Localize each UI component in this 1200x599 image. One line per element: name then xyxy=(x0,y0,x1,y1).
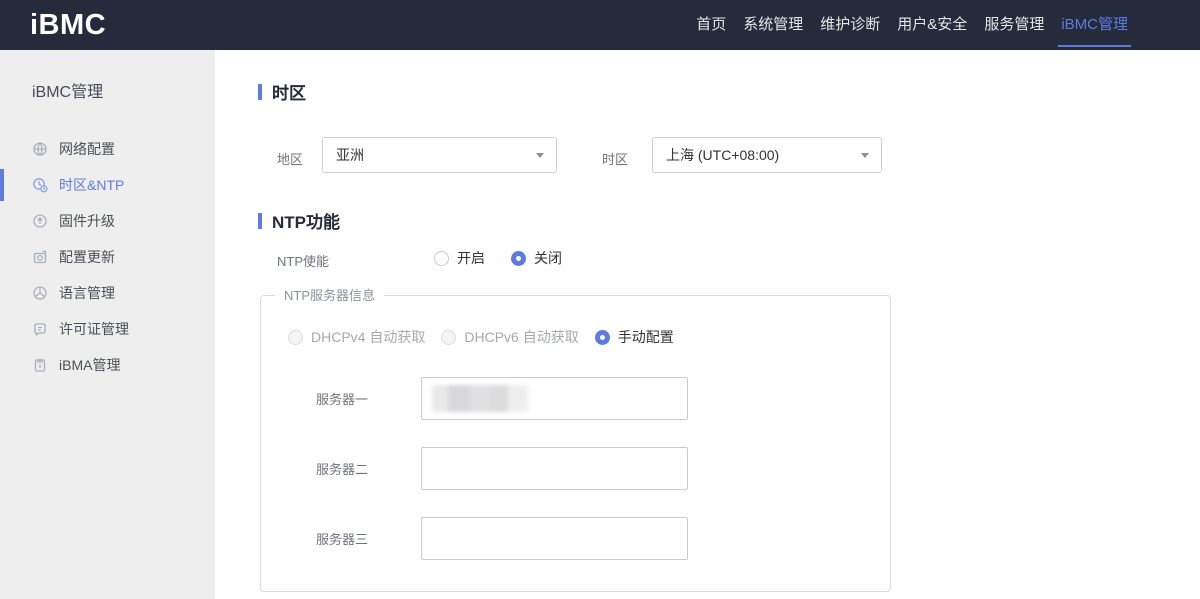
sidebar-item-language-management[interactable]: 语言管理 xyxy=(0,275,215,311)
server-two-row: 服务器二 xyxy=(316,447,688,490)
timezone-icon xyxy=(32,177,48,193)
radio-label: DHCPv4 自动获取 xyxy=(311,327,425,347)
server-three-input[interactable] xyxy=(421,517,688,560)
app-logo: iBMC xyxy=(30,9,106,42)
ntp-server-mode-radio-group: DHCPv4 自动获取 DHCPv6 自动获取 手动配置 xyxy=(288,327,674,347)
region-select[interactable]: 亚洲 xyxy=(322,137,557,173)
ntp-server-info-group: NTP服务器信息 DHCPv4 自动获取 DHCPv6 自动获取 手动配置 服务… xyxy=(260,295,891,592)
radio-label: DHCPv6 自动获取 xyxy=(464,327,578,347)
region-select-value: 亚洲 xyxy=(336,145,364,165)
region-label: 地区 xyxy=(277,149,303,168)
timezone-section-title: 时区 xyxy=(258,79,306,104)
section-accent-bar xyxy=(258,213,262,229)
sidebar-item-label: 时区&NTP xyxy=(59,175,124,195)
nav-item-system-management[interactable]: 系统管理 xyxy=(743,0,803,50)
ibma-icon xyxy=(32,357,48,373)
top-nav-menu: 首页 系统管理 维护诊断 用户&安全 服务管理 iBMC管理 xyxy=(696,0,1128,50)
timezone-select[interactable]: 上海 (UTC+08:00) xyxy=(652,137,882,173)
server-three-row: 服务器三 xyxy=(316,517,688,560)
server-one-label: 服务器一 xyxy=(316,389,421,408)
section-accent-bar xyxy=(258,84,262,100)
radio-dhcpv6-auto[interactable]: DHCPv6 自动获取 xyxy=(441,327,578,347)
main-content: 时区 地区 亚洲 时区 上海 (UTC+08:00) NTP功能 NTP使能 开… xyxy=(215,50,1200,599)
sidebar-item-config-update[interactable]: 配置更新 xyxy=(0,239,215,275)
sidebar-item-network-config[interactable]: 网络配置 xyxy=(0,131,215,167)
server-three-label: 服务器三 xyxy=(316,529,421,548)
chevron-down-icon xyxy=(536,153,544,158)
sidebar-item-label: 配置更新 xyxy=(59,247,115,267)
timezone-label: 时区 xyxy=(602,149,628,168)
server-one-redacted-value xyxy=(432,385,528,412)
radio-icon xyxy=(441,330,456,345)
sidebar-item-label: 网络配置 xyxy=(59,139,115,159)
sidebar-item-license-management[interactable]: 许可证管理 xyxy=(0,311,215,347)
radio-label: 开启 xyxy=(457,248,485,268)
radio-dhcpv4-auto[interactable]: DHCPv4 自动获取 xyxy=(288,327,425,347)
radio-icon xyxy=(511,251,526,266)
chevron-down-icon xyxy=(861,153,869,158)
server-one-input[interactable] xyxy=(421,377,688,420)
nav-item-maintenance-diagnostics[interactable]: 维护诊断 xyxy=(820,0,880,50)
sidebar-item-timezone-ntp[interactable]: 时区&NTP xyxy=(0,167,215,203)
ntp-enable-label: NTP使能 xyxy=(277,251,329,270)
timezone-select-value: 上海 (UTC+08:00) xyxy=(666,145,779,165)
radio-icon xyxy=(434,251,449,266)
radio-ntp-on[interactable]: 开启 xyxy=(434,248,485,268)
ntp-enable-radio-group: 开启 关闭 xyxy=(434,248,562,268)
top-navbar: iBMC 首页 系统管理 维护诊断 用户&安全 服务管理 iBMC管理 xyxy=(0,0,1200,50)
network-icon xyxy=(32,141,48,157)
section-title-text: NTP功能 xyxy=(272,208,340,233)
server-one-row: 服务器一 xyxy=(316,377,688,420)
sidebar-item-label: iBMA管理 xyxy=(59,355,120,375)
radio-label: 关闭 xyxy=(534,248,562,268)
nav-item-user-security[interactable]: 用户&安全 xyxy=(897,0,967,50)
radio-icon xyxy=(595,330,610,345)
sidebar-item-label: 固件升级 xyxy=(59,211,115,231)
sidebar-title: iBMC管理 xyxy=(0,50,215,102)
server-two-label: 服务器二 xyxy=(316,459,421,478)
sidebar-item-label: 语言管理 xyxy=(59,283,115,303)
sidebar-item-ibma-management[interactable]: iBMA管理 xyxy=(0,347,215,383)
radio-manual-config[interactable]: 手动配置 xyxy=(595,327,674,347)
sidebar-item-firmware-upgrade[interactable]: 固件升级 xyxy=(0,203,215,239)
firmware-upgrade-icon xyxy=(32,213,48,229)
radio-label: 手动配置 xyxy=(618,327,674,347)
radio-icon xyxy=(288,330,303,345)
config-update-icon xyxy=(32,249,48,265)
server-two-input[interactable] xyxy=(421,447,688,490)
language-icon xyxy=(32,285,48,301)
radio-ntp-off[interactable]: 关闭 xyxy=(511,248,562,268)
nav-item-home[interactable]: 首页 xyxy=(696,0,726,50)
license-icon xyxy=(32,321,48,337)
ntp-section-title: NTP功能 xyxy=(258,208,340,233)
nav-item-service-management[interactable]: 服务管理 xyxy=(984,0,1044,50)
ntp-server-info-legend: NTP服务器信息 xyxy=(275,287,384,304)
sidebar-menu: 网络配置 时区&NTP 固件升级 配置更 xyxy=(0,131,215,383)
section-title-text: 时区 xyxy=(272,79,306,104)
nav-item-ibmc-management[interactable]: iBMC管理 xyxy=(1061,0,1128,50)
sidebar-item-label: 许可证管理 xyxy=(59,319,129,339)
sidebar: iBMC管理 网络配置 时区&NTP 固件升 xyxy=(0,50,215,599)
